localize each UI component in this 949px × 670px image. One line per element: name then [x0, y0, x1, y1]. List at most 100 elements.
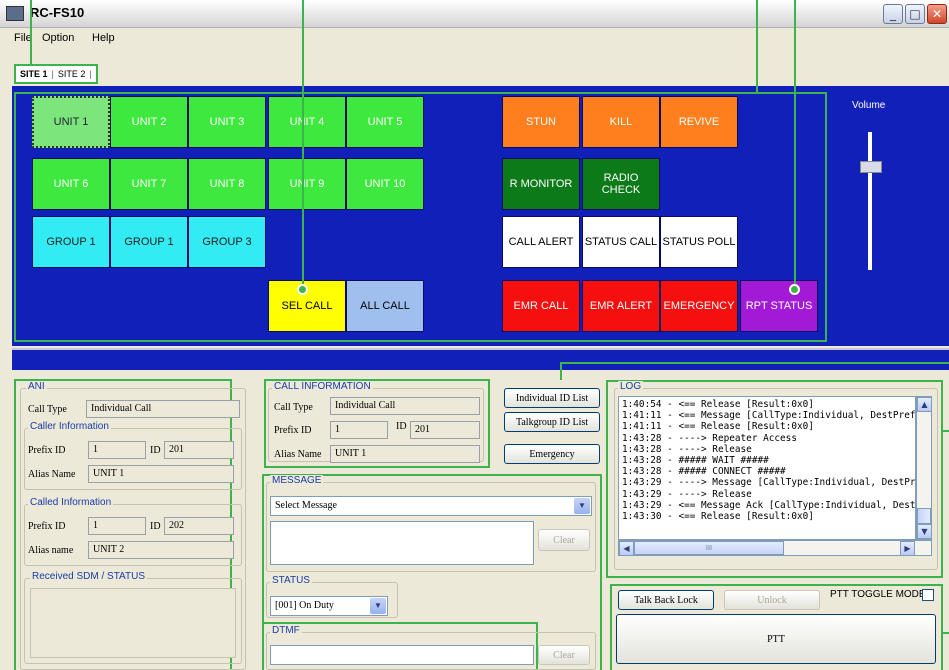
- called-id-label: ID: [150, 521, 161, 532]
- caller-id-field: 201: [164, 441, 234, 459]
- sdm-status-title: Received SDM / STATUS: [30, 571, 147, 582]
- unit-4-button[interactable]: UNIT 4: [268, 96, 346, 148]
- unit-5-button[interactable]: UNIT 5: [346, 96, 424, 148]
- tab-site-2[interactable]: SITE 2: [58, 69, 86, 79]
- called-id-field: 202: [164, 517, 234, 535]
- kill-button[interactable]: KILL: [582, 96, 660, 148]
- call-info-call-type-label: Call Type: [274, 402, 313, 413]
- log-vertical-thumb[interactable]: [917, 508, 931, 524]
- volume-slider-thumb[interactable]: [860, 160, 882, 173]
- rpt-status-button[interactable]: RPT STATUS: [740, 280, 818, 332]
- all-call-button[interactable]: ALL CALL: [346, 280, 424, 332]
- emr-call-button[interactable]: EMR CALL: [502, 280, 580, 332]
- maximize-button[interactable]: □: [905, 4, 925, 24]
- talk-back-lock-button[interactable]: Talk Back Lock: [618, 590, 714, 610]
- log-line: 1:43:28 - ##### WAIT #####: [622, 455, 769, 467]
- unit-3-button[interactable]: UNIT 3: [188, 96, 266, 148]
- status-select-value: [001] On Duty: [275, 600, 334, 611]
- log-line: 1:43:30 - <== Release [Result:0x0]: [622, 511, 814, 523]
- log-line: 1:43:29 - <== Message Ack [CallType:Indi…: [622, 499, 916, 511]
- volume-slider-track[interactable]: [868, 132, 872, 270]
- dtmf-title: DTMF: [270, 625, 302, 636]
- called-prefix-label: Prefix ID: [28, 521, 66, 532]
- emergency-button[interactable]: Emergency: [504, 444, 600, 464]
- talkgroup-id-list-button[interactable]: Talkgroup ID List: [504, 412, 600, 432]
- emr-alert-button[interactable]: EMR ALERT: [582, 280, 660, 332]
- individual-id-list-button[interactable]: Individual ID List: [504, 388, 600, 408]
- call-info-id-field: 201: [410, 421, 480, 439]
- group-3-button[interactable]: GROUP 3: [188, 216, 266, 268]
- log-line: 1:41:11 - <== Message [CallType:Individu…: [622, 410, 916, 422]
- menu-bar: File Option Help: [0, 28, 949, 48]
- message-select[interactable]: Select Message ▼: [270, 496, 592, 516]
- scroll-right-icon[interactable]: ▶: [900, 541, 915, 556]
- close-button[interactable]: ✕: [927, 4, 947, 24]
- scroll-down-icon[interactable]: ▼: [917, 524, 932, 539]
- log-text[interactable]: 1:40:54 - <== Release [Result:0x0] 1:41:…: [618, 396, 916, 540]
- site-tabs: SITE 1 | SITE 2 |: [14, 64, 98, 84]
- group-1b-button[interactable]: GROUP 1: [110, 216, 188, 268]
- emergency-function-button[interactable]: EMERGENCY: [660, 280, 738, 332]
- dtmf-input[interactable]: [270, 645, 534, 665]
- caller-prefix-label: Prefix ID: [28, 445, 66, 456]
- menu-option[interactable]: Option: [42, 32, 74, 44]
- radio-check-button[interactable]: RADIO CHECK: [582, 158, 660, 210]
- chevron-down-icon: ▼: [370, 598, 386, 614]
- panel-divider: [12, 348, 949, 370]
- stun-button[interactable]: STUN: [502, 96, 580, 148]
- status-select[interactable]: [001] On Duty ▼: [270, 596, 388, 616]
- scroll-up-icon[interactable]: ▲: [917, 397, 932, 412]
- log-line: 1:43:29 - ----> Release: [622, 488, 752, 500]
- call-alert-button[interactable]: CALL ALERT: [502, 216, 580, 268]
- group-1-button[interactable]: GROUP 1: [32, 216, 110, 268]
- log-line: 1:43:28 - ----> Repeater Access: [622, 432, 797, 444]
- log-line: 1:43:28 - ##### CONNECT #####: [622, 466, 786, 478]
- log-title: LOG: [618, 381, 644, 392]
- r-monitor-button[interactable]: R MONITOR: [502, 158, 580, 210]
- called-prefix-field: 1: [88, 517, 146, 535]
- log-horizontal-thumb[interactable]: III: [634, 541, 784, 555]
- message-text-area[interactable]: [270, 521, 534, 565]
- unit-6-button[interactable]: UNIT 6: [32, 158, 110, 210]
- minimize-button[interactable]: _: [883, 4, 903, 24]
- called-alias-field: UNIT 2: [88, 541, 234, 559]
- unit-7-button[interactable]: UNIT 7: [110, 158, 188, 210]
- ptt-toggle-mode-checkbox[interactable]: [922, 589, 934, 601]
- dtmf-clear-button[interactable]: Clear: [538, 645, 590, 665]
- sdm-status-display: [30, 588, 236, 658]
- ptt-toggle-mode-label: PTT TOGGLE MODE: [830, 589, 926, 600]
- unit-8-button[interactable]: UNIT 8: [188, 158, 266, 210]
- caller-alias-label: Alias Name: [28, 469, 76, 480]
- log-line: 1:43:29 - ----> Message [CallType:Indivi…: [622, 477, 916, 489]
- unlock-button[interactable]: Unlock: [724, 590, 820, 610]
- message-title: MESSAGE: [270, 475, 324, 486]
- tab-site-1[interactable]: SITE 1: [20, 69, 48, 79]
- log-line: 1:40:54 - <== Release [Result:0x0]: [622, 399, 814, 410]
- caller-id-label: ID: [150, 445, 161, 456]
- unit-1-button[interactable]: UNIT 1: [32, 96, 110, 148]
- menu-help[interactable]: Help: [92, 32, 115, 44]
- called-info-title: Called Information: [28, 497, 114, 508]
- revive-button[interactable]: REVIVE: [660, 96, 738, 148]
- ani-call-type-field: Individual Call: [86, 400, 240, 418]
- call-info-id-label: ID: [396, 421, 407, 432]
- scroll-left-icon[interactable]: ◀: [619, 541, 634, 556]
- unit-9-button[interactable]: UNIT 9: [268, 158, 346, 210]
- window-title: RC-FS10: [30, 5, 85, 20]
- message-clear-button[interactable]: Clear: [538, 529, 590, 551]
- tab-separator: |: [51, 69, 54, 79]
- unit-2-button[interactable]: UNIT 2: [110, 96, 188, 148]
- app-icon: [6, 6, 24, 21]
- chevron-down-icon: ▼: [574, 498, 590, 514]
- log-line: 1:41:11 - <== Release [Result:0x0]: [622, 421, 814, 433]
- control-panel: UNIT 1 UNIT 2 UNIT 3 UNIT 4 UNIT 5 UNIT …: [12, 86, 949, 346]
- log-line: 1:43:28 - ----> Release: [622, 443, 752, 455]
- ptt-button[interactable]: PTT: [616, 614, 936, 664]
- called-alias-label: Alias name: [28, 545, 74, 556]
- status-poll-button[interactable]: STATUS POLL: [660, 216, 738, 268]
- message-select-value: Select Message: [275, 500, 337, 511]
- call-info-prefix-label: Prefix ID: [274, 425, 312, 436]
- call-info-prefix-field: 1: [330, 421, 388, 439]
- unit-10-button[interactable]: UNIT 10: [346, 158, 424, 210]
- status-call-button[interactable]: STATUS CALL: [582, 216, 660, 268]
